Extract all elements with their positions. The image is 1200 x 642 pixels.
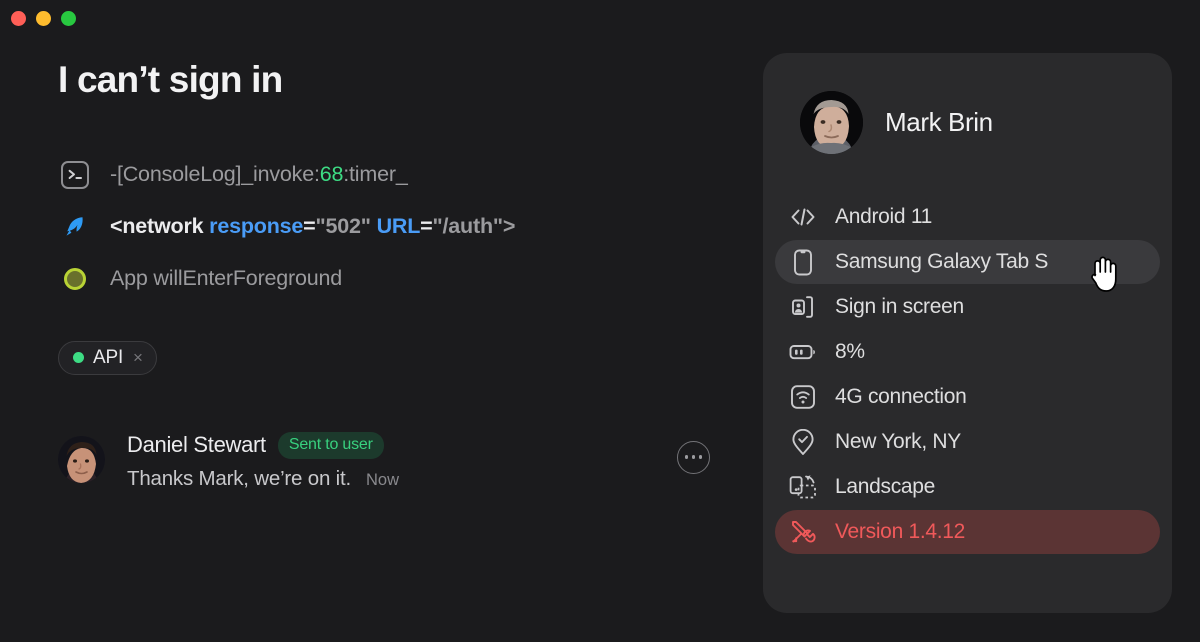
rotate-screen-icon — [788, 474, 818, 500]
sign-in-screen-icon — [788, 294, 818, 320]
log-row[interactable]: <network response="502" URL="/auth"> — [58, 211, 718, 243]
info-label: Landscape — [835, 475, 936, 498]
panel-header: Mark Brin — [763, 53, 1172, 154]
phone-icon — [788, 249, 818, 276]
tag-label: API — [93, 346, 124, 368]
device-info-panel: Mark Brin Android 11 Samsung Galaxy Tab … — [763, 53, 1172, 613]
info-row-screen[interactable]: Sign in screen — [775, 285, 1160, 329]
info-row-orientation[interactable]: Landscape — [775, 465, 1160, 509]
tag-api[interactable]: API × — [58, 340, 157, 375]
avatar — [58, 435, 105, 483]
comment-message: Thanks Mark, we’re on it. — [127, 466, 351, 490]
minimize-button[interactable] — [36, 11, 51, 26]
app-window: I can’t sign in -[ConsoleLog]_invoke:68:… — [0, 0, 1200, 642]
status-circle-icon — [58, 267, 92, 290]
wifi-icon — [788, 384, 818, 410]
page-title: I can’t sign in — [58, 59, 283, 100]
terminal-icon — [58, 160, 92, 189]
log-text: -[ConsoleLog]_invoke:68:timer_ — [110, 162, 408, 187]
info-row-battery[interactable]: 8% — [775, 330, 1160, 374]
dot-icon — [698, 455, 703, 459]
rocket-icon — [58, 213, 92, 240]
panel-user-name: Mark Brin — [885, 107, 993, 137]
info-label: 4G connection — [835, 385, 967, 408]
window-controls — [11, 11, 76, 26]
info-row-os[interactable]: Android 11 — [775, 195, 1160, 239]
comment-item: Daniel Stewart Sent to user Thanks Mark,… — [58, 431, 710, 491]
info-label: Version 1.4.12 — [835, 520, 966, 543]
status-badge: Sent to user — [277, 431, 384, 459]
info-label: Sign in screen — [835, 295, 964, 318]
main-content: I can’t sign in -[ConsoleLog]_invoke:68:… — [58, 59, 718, 491]
info-row-connection[interactable]: 4G connection — [775, 375, 1160, 419]
log-row[interactable]: App willEnterForeground — [58, 263, 718, 295]
dot-icon — [691, 455, 696, 459]
info-row-version[interactable]: Version 1.4.12 — [775, 510, 1160, 554]
info-row-device[interactable]: Samsung Galaxy Tab S — [775, 240, 1160, 284]
status-dot-icon — [73, 352, 84, 364]
log-text: App willEnterForeground — [110, 266, 343, 291]
zoom-button[interactable] — [61, 11, 76, 26]
close-icon[interactable]: × — [133, 349, 143, 366]
tag-list: API × — [58, 340, 718, 375]
info-label: Android 11 — [835, 205, 933, 228]
close-button[interactable] — [11, 11, 26, 26]
avatar — [800, 91, 863, 154]
info-row-location[interactable]: New York, NY — [775, 420, 1160, 464]
device-info-list: Android 11 Samsung Galaxy Tab S Sign in … — [763, 195, 1172, 554]
code-brackets-icon — [788, 208, 818, 226]
dot-icon — [684, 455, 689, 459]
info-label: 8% — [835, 340, 865, 363]
info-label: New York, NY — [835, 430, 961, 453]
comment-timestamp: Now — [366, 470, 400, 489]
more-options-button[interactable] — [677, 440, 710, 474]
log-text: <network response="502" URL="/auth"> — [110, 214, 516, 239]
comment-author: Daniel Stewart — [127, 432, 266, 458]
info-label: Samsung Galaxy Tab S — [835, 250, 1049, 273]
tools-icon — [788, 519, 818, 545]
battery-icon — [788, 343, 818, 361]
log-row[interactable]: -[ConsoleLog]_invoke:68:timer_ — [58, 159, 718, 191]
log-list: -[ConsoleLog]_invoke:68:timer_ <network … — [58, 159, 718, 295]
location-pin-icon — [788, 428, 818, 456]
